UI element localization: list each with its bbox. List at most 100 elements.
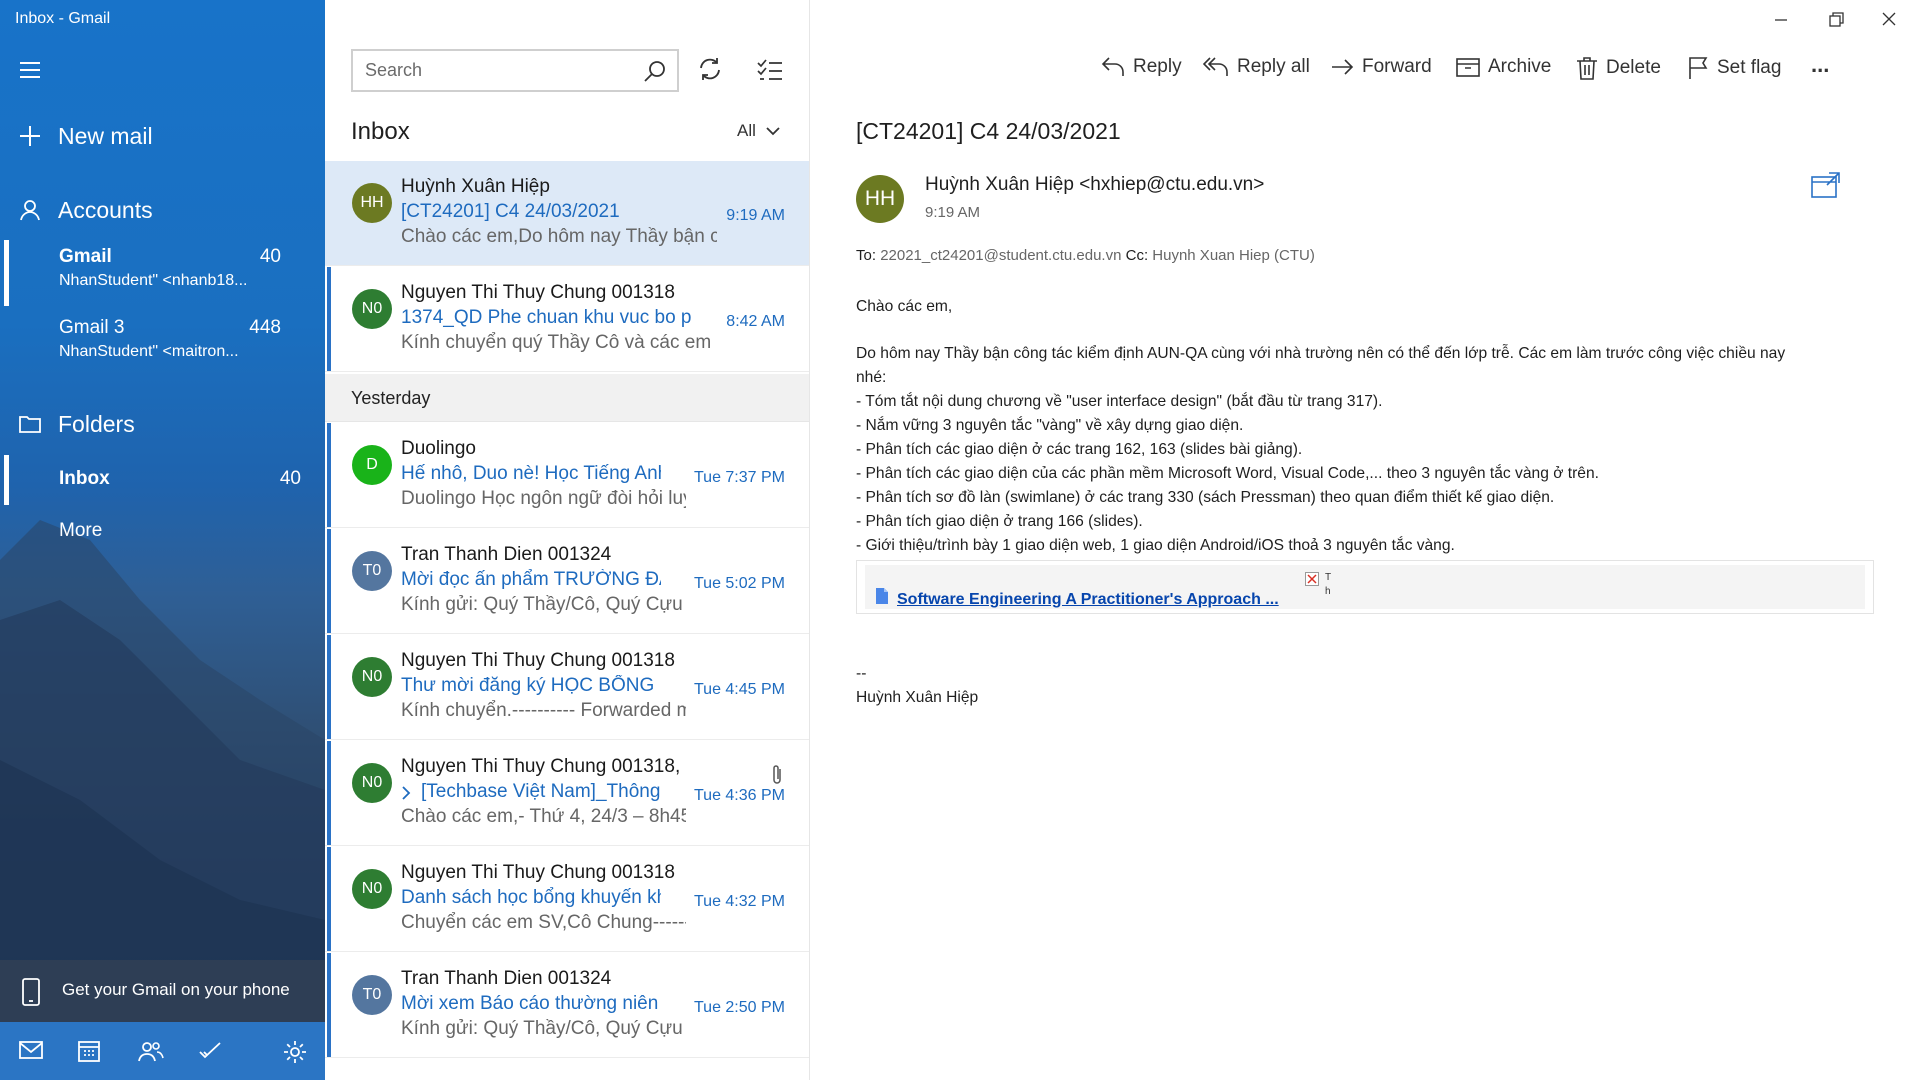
email-body-line: nhé:	[856, 369, 887, 386]
minimize-icon[interactable]	[1766, 8, 1796, 32]
avatar: T0	[352, 975, 392, 1015]
archive-label: Archive	[1488, 56, 1552, 77]
restore-icon[interactable]	[1821, 8, 1851, 32]
plus-icon	[18, 124, 42, 148]
sender-name[interactable]: Huỳnh Xuân Hiệp <hxhiep@ctu.edu.vn>	[925, 174, 1264, 196]
message-preview: Chuyển các em SV,Cô Chung------	[401, 912, 686, 933]
unread-indicator	[327, 741, 331, 845]
message-item[interactable]: N0 Nguyen Thi Thuy Chung 001318, Lê [Tec…	[325, 741, 809, 846]
folder-name: More	[59, 520, 103, 541]
message-sender: Nguyen Thi Thuy Chung 001318	[401, 650, 675, 671]
email-body-line: - Phân tích các giao diện ở các trang 16…	[856, 441, 1303, 458]
message-item[interactable]: N0 Nguyen Thi Thuy Chung 001318 Thư mời …	[325, 635, 809, 740]
folders-button[interactable]: Folders	[0, 406, 325, 442]
message-subject: Mời xem Báo cáo thường niên 2020	[401, 993, 661, 1014]
message-preview: Duolingo Học ngôn ngữ đòi hỏi luyện	[401, 488, 686, 509]
to-recipient[interactable]: 22021_ct24201@student.ctu.edu.vn	[880, 247, 1121, 264]
reply-all-button[interactable]: Reply all	[1203, 56, 1310, 78]
delete-button[interactable]: Delete	[1576, 56, 1661, 80]
message-subject: [CT24201] C4 24/03/2021	[401, 201, 620, 222]
message-subject: 1374_QD Phe chuan khu vuc bo phieu	[401, 307, 691, 328]
set-flag-button[interactable]: Set flag	[1687, 56, 1781, 80]
message-time: 8:42 AM	[726, 313, 785, 330]
search-input[interactable]	[365, 60, 635, 81]
settings-icon[interactable]	[283, 1040, 307, 1064]
message-item[interactable]: D Duolingo Hế nhô, Duo nè! Học Tiếng Anh…	[325, 423, 809, 528]
unread-indicator	[327, 847, 331, 951]
attachment-link[interactable]: Software Engineering A Practitioner's Ap…	[897, 591, 1279, 609]
folder-item-inbox[interactable]: Inbox 40	[0, 455, 325, 505]
message-time: Tue 7:37 PM	[693, 469, 785, 486]
search-icon[interactable]	[643, 59, 667, 83]
mail-icon[interactable]	[19, 1040, 43, 1060]
window-title: Inbox - Gmail	[15, 10, 111, 27]
open-in-new-window-icon[interactable]	[1811, 172, 1841, 198]
message-subject: Danh sách học bổng khuyến khích	[401, 887, 661, 908]
trash-icon	[1576, 56, 1598, 80]
reply-button[interactable]: Reply	[1101, 56, 1182, 78]
folder-item-more[interactable]: More	[0, 507, 325, 557]
message-list-pane: Inbox All HH Huỳnh Xuân Hiệp [CT24201] C…	[325, 0, 810, 1080]
message-preview: Kính chuyển quý Thầy Cô và các em SV	[401, 332, 717, 353]
to-label: To:	[856, 247, 877, 264]
email-greeting: Chào các em,	[856, 298, 953, 315]
message-sender: Tran Thanh Dien 001324	[401, 968, 612, 989]
folder-title: Inbox	[351, 118, 410, 145]
message-item[interactable]: N0 Nguyen Thi Thuy Chung 001318 1374_QD …	[325, 267, 809, 372]
accounts-button[interactable]: Accounts	[0, 192, 325, 228]
broken-image-icon	[1305, 572, 1323, 606]
attachment-icon	[770, 763, 784, 787]
message-item[interactable]: T0 Tran Thanh Dien 001324 Mời đọc ấn phẩ…	[325, 529, 809, 634]
avatar: HH	[352, 183, 392, 223]
message-preview: Kính chuyển.---------- Forwarded message	[401, 700, 686, 721]
filter-dropdown[interactable]: All	[737, 121, 780, 141]
attachment-chip: Software Engineering A Practitioner's Ap…	[865, 565, 1865, 609]
more-label: ...	[1811, 52, 1830, 77]
message-item[interactable]: T0 Tran Thanh Dien 001324 Mời xem Báo cá…	[325, 953, 809, 1058]
navigation-pane: Inbox - Gmail New mail Accounts Gmail 40…	[0, 0, 325, 1080]
forward-button[interactable]: Forward	[1330, 56, 1432, 78]
message-time: Tue 4:45 PM	[693, 681, 785, 698]
email-body-line: - Giới thiệu/trình bày 1 giao diện web, …	[856, 537, 1455, 554]
broken-image-alt-text: T h	[1325, 572, 1331, 597]
person-icon	[18, 198, 42, 222]
recipients-line: To: 22021_ct24201@student.ctu.edu.vn Cc:…	[856, 247, 1315, 264]
expand-thread-icon[interactable]	[401, 786, 411, 800]
message-time: Tue 4:32 PM	[693, 893, 785, 910]
archive-button[interactable]: Archive	[1456, 56, 1551, 78]
sender-avatar: HH	[856, 175, 904, 223]
calendar-icon[interactable]	[78, 1040, 100, 1062]
sync-icon[interactable]	[697, 56, 723, 82]
account-item-gmail[interactable]: Gmail 40 NhanStudent" <nhanb18...	[0, 240, 325, 306]
message-sender: Tran Thanh Dien 001324	[401, 544, 612, 565]
email-body-line: - Tóm tắt nội dung chương về "user inter…	[856, 393, 1383, 410]
avatar: T0	[352, 551, 392, 591]
cc-recipient[interactable]: Huynh Xuan Hiep (CTU)	[1152, 247, 1315, 264]
archive-icon	[1456, 56, 1480, 78]
hamburger-menu-icon[interactable]	[18, 58, 42, 82]
get-app-on-phone-button[interactable]: Get your Gmail on your phone	[0, 960, 325, 1022]
close-icon[interactable]	[1874, 8, 1904, 32]
message-subject: Mời đọc ấn phẩm TRƯỜNG ĐẠI HỌC	[401, 569, 661, 590]
todo-icon[interactable]	[198, 1040, 222, 1062]
avatar: D	[352, 445, 392, 485]
new-mail-button[interactable]: New mail	[0, 118, 325, 154]
message-time: Tue 2:50 PM	[693, 999, 785, 1016]
message-subject: Thư mời đăng ký HỌC BỔNG ICCI	[401, 675, 661, 696]
more-actions-button[interactable]: ...	[1811, 52, 1829, 78]
message-item[interactable]: N0 Nguyen Thi Thuy Chung 001318 Danh sác…	[325, 847, 809, 952]
message-item[interactable]: HH Huỳnh Xuân Hiệp [CT24201] C4 24/03/20…	[325, 161, 809, 266]
forward-label: Forward	[1362, 56, 1432, 77]
folder-icon	[18, 412, 42, 436]
date-group-label: Yesterday	[351, 388, 431, 408]
account-email: NhanStudent" <nhanb18...	[59, 272, 248, 289]
people-icon[interactable]	[138, 1040, 164, 1062]
email-body-line: - Phân tích giao diện ở trang 166 (slide…	[856, 513, 1143, 530]
phone-promo-label: Get your Gmail on your phone	[62, 980, 290, 999]
account-name: Gmail 3	[59, 317, 125, 338]
account-item-gmail-3[interactable]: Gmail 3 448 NhanStudent" <maitron...	[0, 311, 325, 377]
selection-mode-icon[interactable]	[757, 58, 783, 82]
message-sender: Nguyen Thi Thuy Chung 001318, Lê	[401, 756, 686, 777]
message-time: Tue 4:36 PM	[693, 787, 785, 804]
email-body-line: Do hôm nay Thầy bận công tác kiểm định A…	[856, 345, 1786, 362]
